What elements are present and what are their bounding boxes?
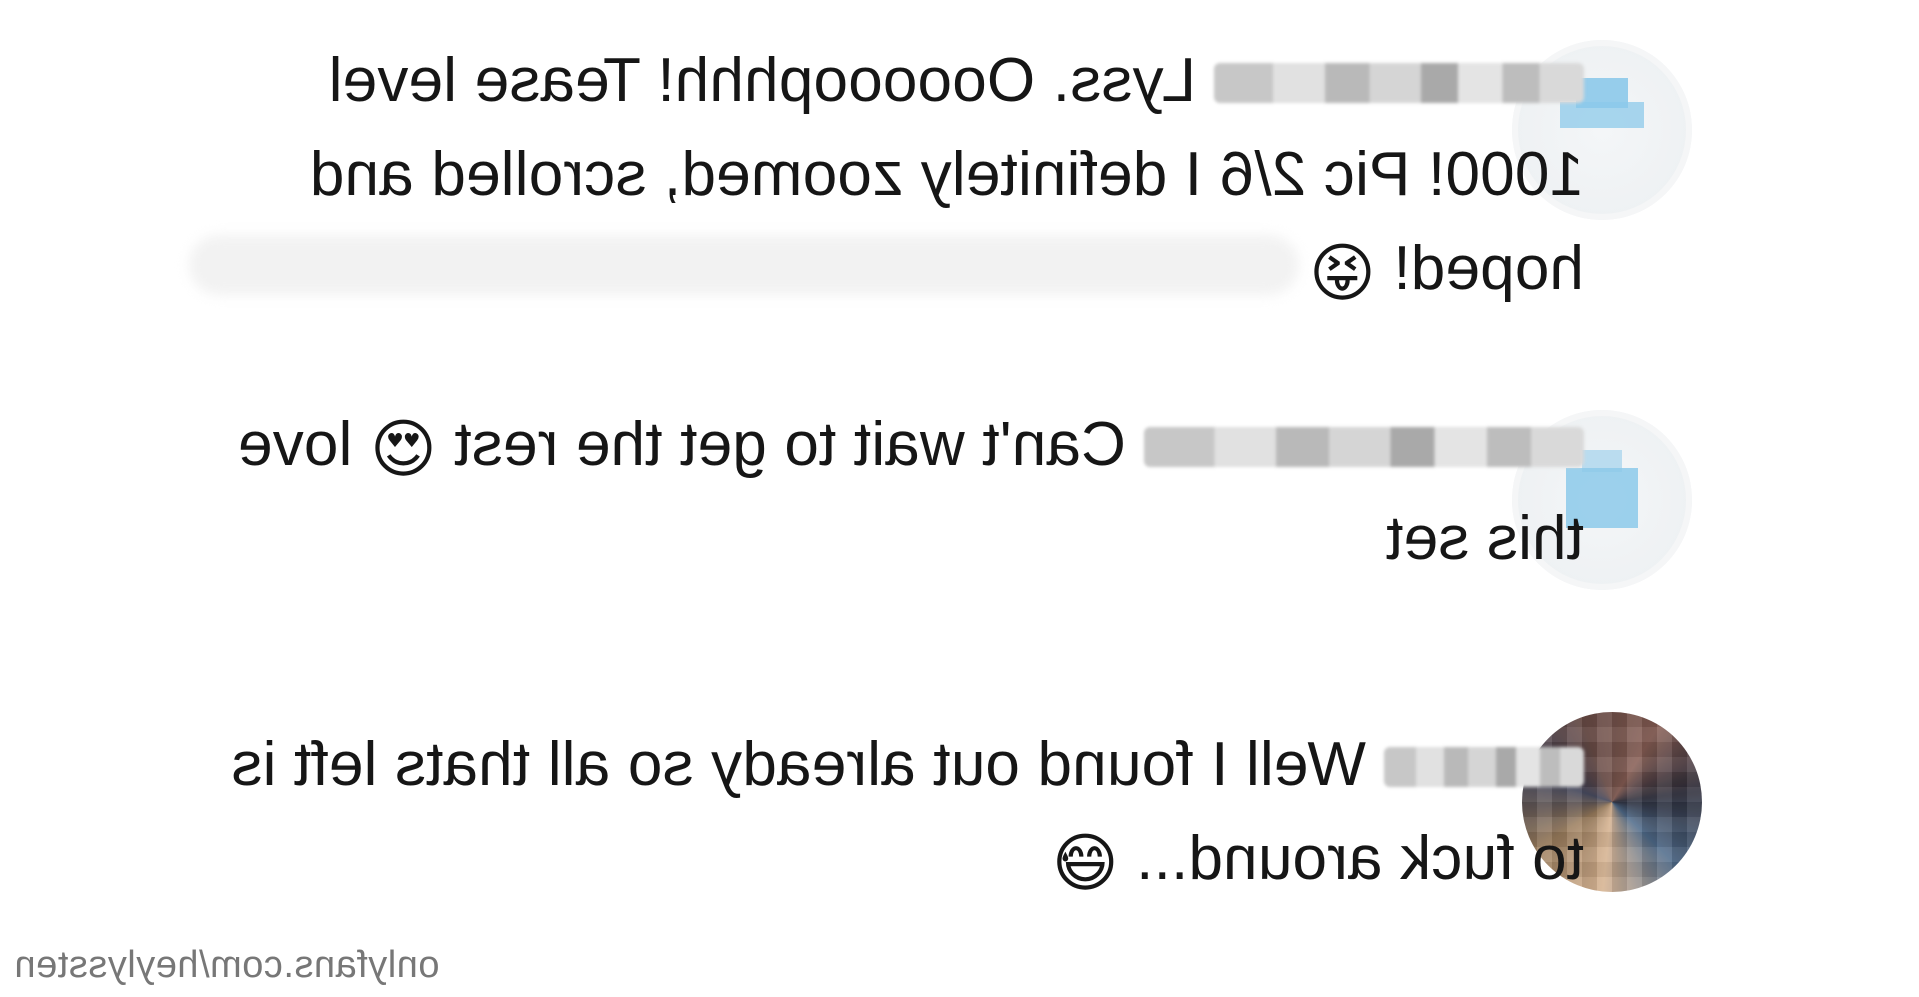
comment-text: hoped!: [1393, 234, 1584, 303]
comment-3: Well I found out already so all thats le…: [231, 718, 1584, 906]
comment-text: Well I found out already so all thats le…: [231, 730, 1366, 799]
comment-line: to fuck around... 😅: [231, 812, 1584, 906]
grinning-sweat-emoji: 😅: [1051, 827, 1119, 901]
comment-line: 1000! Pic 2/6 I definitely zoomed, scrol…: [309, 140, 1584, 209]
comment-text: Can't wait to get the rest: [454, 410, 1126, 479]
heart-eyes-emoji: 😍: [369, 413, 437, 487]
comment-line: Can't wait to get the rest 😍 love: [238, 398, 1584, 492]
comment-2: Can't wait to get the rest 😍 love this s…: [238, 398, 1584, 586]
comment-line: this set: [1385, 504, 1584, 573]
username-blurred[interactable]: [1214, 63, 1584, 103]
comment-text: to fuck around...: [1136, 824, 1584, 893]
username-blurred[interactable]: [1144, 427, 1584, 467]
comment-text: Lyss. Oooooophhh! Tease level: [328, 46, 1196, 115]
watermark: onlyfans.com/heylyssten: [14, 944, 440, 986]
squinting-tongue-emoji: 😝: [1308, 237, 1376, 311]
comment-line: Lyss. Oooooophhh! Tease level: [310, 34, 1584, 128]
blur-strip: [189, 235, 1299, 295]
mirrored-screenshot: Lyss. Oooooophhh! Tease level 1000! Pic …: [0, 0, 1919, 997]
comment-text: love: [237, 410, 353, 479]
username-blurred[interactable]: [1384, 747, 1584, 787]
comment-line: Well I found out already so all thats le…: [231, 718, 1584, 812]
